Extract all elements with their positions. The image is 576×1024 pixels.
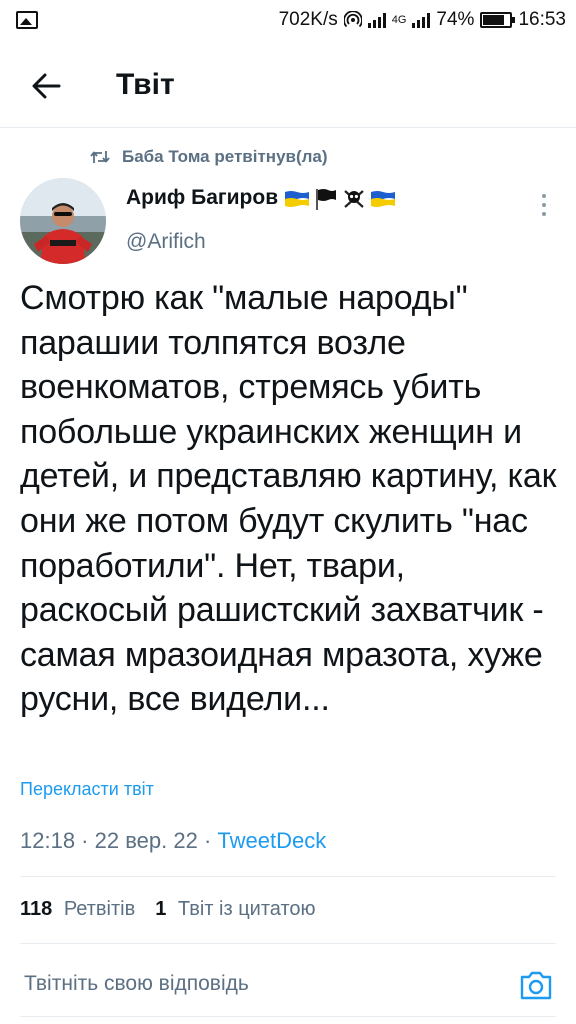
network-speed: 702K/s bbox=[278, 9, 338, 30]
retweets-count: 118 bbox=[20, 898, 53, 920]
tweet-source-link[interactable]: TweetDeck bbox=[217, 828, 326, 854]
tweet-text: Смотрю как "малые народы" парашии толпят… bbox=[20, 279, 557, 719]
author-name[interactable]: Ариф Багиров bbox=[126, 186, 278, 210]
tweet-meta: 12:18 · 22 вер. 22 · TweetDeck bbox=[20, 828, 326, 854]
back-arrow-icon[interactable] bbox=[26, 66, 66, 106]
more-options-icon[interactable] bbox=[538, 192, 550, 218]
status-bar: 702K/s 4G 74% 16:53 bbox=[0, 0, 576, 40]
tweet-time: 12:18 bbox=[20, 828, 76, 853]
hotspot-icon bbox=[343, 11, 362, 28]
quotes-count: 1 bbox=[155, 898, 167, 920]
translate-tweet-link[interactable]: Перекласти твіт bbox=[20, 779, 154, 800]
retweets-stat[interactable]: 118 Ретвітів bbox=[20, 898, 135, 921]
page-title: Твіт bbox=[116, 68, 175, 101]
retweet-icon bbox=[90, 151, 110, 163]
author-name-emojis bbox=[284, 188, 396, 210]
meta-separator: · bbox=[75, 828, 95, 853]
divider bbox=[20, 876, 556, 877]
reply-input[interactable]: Твітніть свою відповідь bbox=[24, 972, 249, 996]
avatar[interactable] bbox=[20, 178, 106, 264]
camera-icon[interactable] bbox=[518, 968, 554, 1002]
skull-crossbones-icon bbox=[344, 190, 364, 208]
ukraine-flag-icon-2 bbox=[371, 191, 395, 207]
signal-icon-2 bbox=[412, 12, 431, 28]
status-bar-right: 702K/s 4G 74% 16:53 bbox=[279, 8, 566, 32]
tweet-date: 22 вер. 22 bbox=[94, 828, 198, 853]
reply-composer[interactable]: Твітніть свою відповідь bbox=[20, 968, 556, 1008]
image-notification-icon bbox=[16, 11, 38, 29]
app-header: Твіт bbox=[0, 40, 576, 128]
retweets-label: Ретвітів bbox=[63, 898, 136, 920]
tweet-stats: 118 Ретвітів 1 Твіт із цитатою bbox=[20, 898, 316, 921]
divider-3 bbox=[20, 1016, 556, 1017]
ukraine-flag-icon bbox=[285, 191, 309, 207]
signal-icon bbox=[367, 12, 386, 28]
meta-separator-2: · bbox=[197, 828, 218, 853]
battery-percent: 74% bbox=[436, 9, 475, 30]
quotes-label: Твіт із цитатою bbox=[177, 898, 316, 920]
network-type: 4G bbox=[391, 14, 407, 26]
author-handle[interactable]: @Arifich bbox=[126, 230, 206, 254]
battery-icon bbox=[480, 12, 516, 28]
divider-2 bbox=[20, 943, 556, 944]
black-flag-icon bbox=[316, 189, 336, 210]
retweet-context-label: Баба Тома ретвітнув(ла) bbox=[122, 147, 328, 166]
quotes-stat[interactable]: 1 Твіт із цитатою bbox=[155, 898, 315, 921]
clock: 16:53 bbox=[518, 9, 566, 30]
retweet-context[interactable]: Баба Тома ретвітнув(ла) bbox=[90, 144, 328, 170]
